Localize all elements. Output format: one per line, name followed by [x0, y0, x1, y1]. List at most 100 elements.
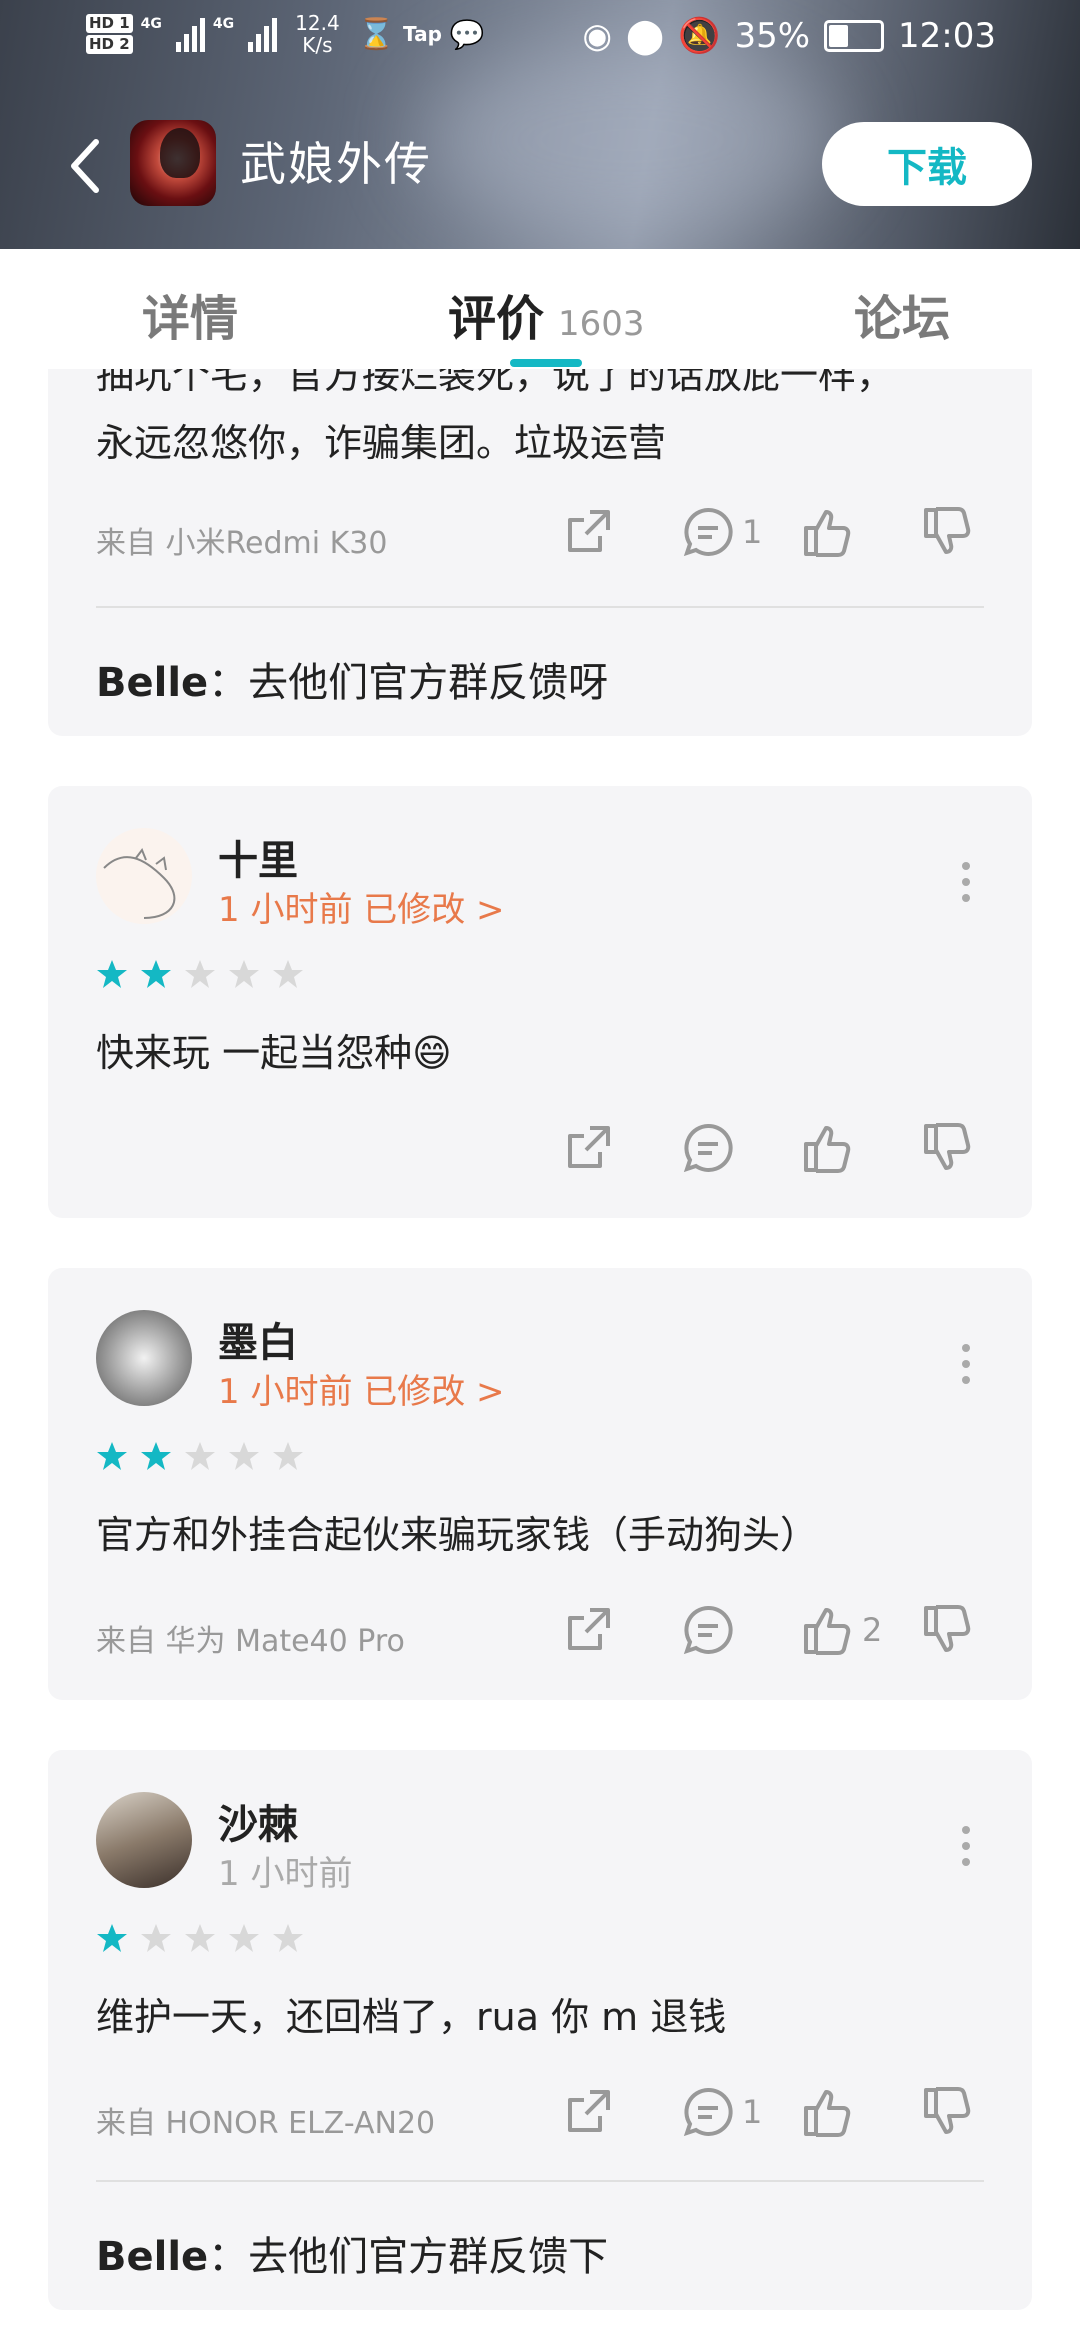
like-button[interactable]: 2 [800, 1602, 920, 1658]
like-button[interactable] [800, 2084, 920, 2140]
star-filled-icon [97, 1924, 127, 1952]
status-left: HD 1 HD 2 4G 4G 12.4 K/s ⌛ Tap 💬 [86, 12, 485, 56]
reply-user: Belle [96, 660, 209, 706]
mute-bell-icon: 🔕 [678, 16, 721, 56]
thumbs-up-icon [804, 2090, 851, 2137]
star-empty-icon [229, 1924, 259, 1952]
review-time[interactable]: 1 小时前 已修改 > [218, 882, 505, 931]
hourglass-icon: ⌛ [357, 16, 396, 52]
more-options-icon[interactable] [962, 862, 972, 902]
more-options-icon[interactable] [962, 1826, 972, 1866]
star-empty-icon [185, 1924, 215, 1952]
share-button[interactable] [560, 504, 680, 560]
comment-icon [683, 2087, 733, 2137]
avatar[interactable] [96, 1310, 192, 1406]
rating-stars [96, 1440, 304, 1472]
battery-percent: 35% [734, 16, 811, 56]
comment-button[interactable]: 1 [680, 2084, 800, 2140]
thumbs-up-icon [804, 1126, 851, 1173]
review-device: 来自 华为 Mate40 Pro [96, 1624, 405, 1659]
reply[interactable]: Belle：去他们官方群反馈呀 [96, 650, 608, 708]
comment-icon [683, 1123, 733, 1173]
user-name[interactable]: 墨白 [218, 1310, 298, 1368]
dislike-button[interactable] [920, 504, 984, 560]
tab-details[interactable]: 详情 [142, 279, 238, 349]
review-device: 来自 小米Redmi K30 [96, 526, 388, 561]
thumbs-down-icon [924, 2087, 971, 2134]
avatar[interactable] [96, 828, 192, 924]
review-count: 1603 [558, 304, 645, 344]
tap-badge: Tap [403, 22, 442, 46]
eye-icon: ◉ [582, 16, 613, 56]
dislike-button[interactable] [920, 1602, 984, 1658]
share-icon [568, 1126, 610, 1168]
star-empty-icon [273, 960, 303, 988]
thumbs-up-icon [804, 1608, 851, 1655]
share-button[interactable] [560, 2084, 680, 2140]
speed-unit: K/s [302, 33, 333, 57]
thumbs-down-icon [924, 507, 971, 554]
user-name[interactable]: 沙棘 [218, 1792, 298, 1850]
app-icon [130, 120, 216, 206]
tab-forum[interactable]: 论坛 [854, 279, 950, 349]
star-empty-icon [141, 1924, 171, 1952]
reply-text: ：去他们官方群反馈呀 [208, 660, 609, 706]
comment-count: 1 [742, 513, 763, 551]
hd-indicator: HD 1 HD 2 [86, 13, 133, 55]
net-speed: 12.4 K/s [295, 12, 340, 56]
star-filled-icon [97, 960, 127, 988]
reply-user: Belle [96, 2234, 209, 2280]
thumbs-down-icon [924, 1605, 971, 1652]
dislike-button[interactable] [920, 2084, 984, 2140]
hd2-label: HD 2 [86, 35, 133, 54]
comment-count: 1 [742, 2093, 763, 2131]
avatar-sketch [103, 847, 176, 919]
speed-value: 12.4 [295, 11, 340, 35]
status-bar: HD 1 HD 2 4G 4G 12.4 K/s ⌛ Tap 💬 ◉ ⬤ 🔕 35… [0, 0, 1080, 80]
tab-bar: 详情 评价 1603 论坛 [0, 249, 1080, 369]
tab-reviews-label: 评价 [448, 291, 545, 347]
title-bar: 武娘外传 下载 [0, 80, 1080, 249]
review-time[interactable]: 1 小时前 [218, 1846, 352, 1895]
more-options-icon[interactable] [962, 1344, 972, 1384]
reply[interactable]: Belle：去他们官方群反馈下 [96, 2224, 608, 2282]
review-actions: 1 [560, 504, 984, 560]
comment-icon [683, 1605, 733, 1655]
location-icon: ⬤ [626, 16, 665, 56]
avatar[interactable] [96, 1792, 192, 1888]
star-empty-icon [185, 1442, 215, 1470]
review-text: 维护一天，还回档了，rua 你 m 退钱 [96, 1995, 727, 2039]
review-actions: 2 [560, 1602, 984, 1658]
comment-button[interactable]: 1 [680, 504, 800, 560]
tab-forum-label: 论坛 [854, 291, 951, 347]
thumbs-down-icon [924, 1123, 971, 1170]
star-filled-icon [97, 1442, 127, 1470]
reply-divider [96, 606, 984, 608]
share-button[interactable] [560, 1120, 680, 1176]
hd1-label: HD 1 [86, 14, 133, 33]
star-filled-icon [141, 960, 171, 988]
like-button[interactable] [800, 504, 920, 560]
network-type-label: 4G [140, 16, 162, 32]
review-actions [560, 1120, 984, 1176]
app-title: 武娘外传 [240, 137, 432, 191]
review-text: 快来玩 一起当怨种😄 [96, 1031, 452, 1075]
back-arrow-icon[interactable] [66, 136, 106, 196]
star-empty-icon [185, 960, 215, 988]
like-button[interactable] [800, 1120, 920, 1176]
review-text: 永远忽悠你，诈骗集团。垃圾运营 [96, 421, 667, 465]
share-icon [568, 510, 610, 552]
comment-button[interactable] [680, 1120, 800, 1176]
review-time[interactable]: 1 小时前 已修改 > [218, 1364, 505, 1413]
tab-reviews[interactable]: 评价 1603 [448, 279, 645, 349]
share-button[interactable] [560, 1602, 680, 1658]
signal-icon [175, 16, 205, 52]
dislike-button[interactable] [920, 1120, 984, 1176]
battery-icon [824, 20, 885, 52]
rating-stars [96, 1922, 304, 1954]
network-type-label-2: 4G [212, 16, 235, 32]
comment-button[interactable] [680, 1602, 800, 1658]
user-name[interactable]: 十里 [218, 828, 298, 886]
status-right: ◉ ⬤ 🔕 35% 12:03 [582, 16, 996, 56]
download-button[interactable]: 下载 [822, 122, 1032, 206]
